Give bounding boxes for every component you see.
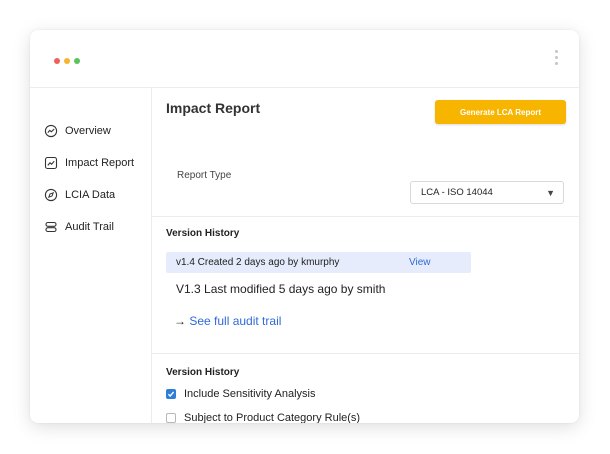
report-type-label: Report Type (177, 170, 232, 181)
checkbox-label: Subject to Product Category Rule(s) (184, 412, 361, 423)
title-bar (30, 30, 579, 88)
sensitivity-analysis-checkbox[interactable] (166, 389, 176, 399)
close-window-button[interactable] (54, 58, 60, 64)
sidebar-item-audit-trail[interactable]: Audit Trail (44, 217, 114, 237)
sidebar-item-label: Overview (65, 125, 111, 137)
options-section-title: Version History (166, 367, 240, 378)
compass-icon (44, 188, 58, 202)
check-icon (167, 391, 175, 398)
sidebar: Overview Impact Report LCIA Data Audit T… (30, 88, 152, 423)
sensitivity-analysis-option[interactable]: Include Sensitivity Analysis (166, 386, 315, 402)
view-version-link[interactable]: View (409, 257, 431, 268)
main-content: Impact Report Generate LCA Report Report… (152, 88, 579, 423)
version-history-title: Version History (166, 228, 240, 239)
sidebar-item-label: Audit Trail (65, 221, 114, 233)
report-type-value: LCA - ISO 14044 (421, 187, 493, 198)
sidebar-item-lcia-data[interactable]: LCIA Data (44, 185, 115, 205)
minimize-window-button[interactable] (64, 58, 70, 64)
database-stack-icon (44, 220, 58, 234)
product-category-rule-checkbox[interactable] (166, 413, 176, 423)
trend-line-icon (44, 156, 58, 170)
divider (152, 353, 579, 354)
product-category-rule-option[interactable]: Subject to Product Category Rule(s) (166, 410, 360, 423)
divider (152, 216, 579, 217)
checkbox-label: Include Sensitivity Analysis (184, 388, 316, 400)
sidebar-item-label: LCIA Data (65, 189, 116, 201)
page-title: Impact Report (166, 100, 261, 116)
see-full-audit-trail-link[interactable]: → See full audit trail (174, 314, 281, 328)
sidebar-item-label: Impact Report (65, 157, 135, 169)
generate-lca-report-button[interactable]: Generate LCA Report (435, 100, 566, 124)
arrow-right-icon: → (174, 314, 186, 328)
sidebar-item-overview[interactable]: Overview (44, 121, 111, 141)
audit-link-label: See full audit trail (189, 314, 282, 328)
chevron-down-icon: ▼ (546, 188, 555, 198)
version-row-latest: v1.4 Created 2 days ago by kmurphy View (166, 252, 471, 273)
maximize-window-button[interactable] (74, 58, 80, 64)
overview-chart-icon (44, 124, 58, 138)
version-latest-text: v1.4 Created 2 days ago by kmurphy (176, 257, 340, 268)
sidebar-item-impact-report[interactable]: Impact Report (44, 153, 134, 173)
vertical-ellipsis-icon[interactable] (553, 50, 559, 68)
app-window: Overview Impact Report LCIA Data Audit T… (30, 30, 579, 423)
report-type-select[interactable]: LCA - ISO 14044 ▼ (410, 181, 564, 204)
version-row-previous: V1.3 Last modified 5 days ago by smith (176, 282, 386, 296)
